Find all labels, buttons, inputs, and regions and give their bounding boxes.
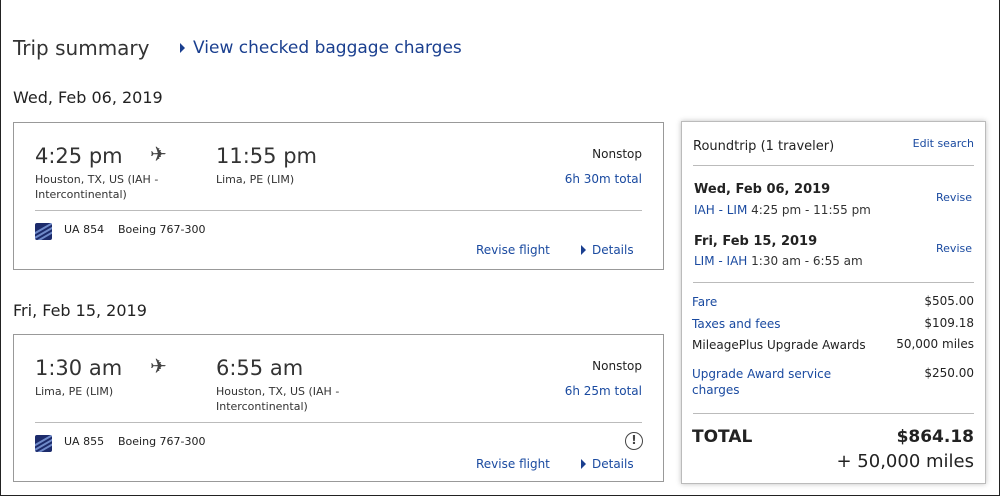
return-aircraft: Boeing 767-300 xyxy=(118,435,206,448)
details-label: Details xyxy=(592,457,634,471)
total-value: $864.18 xyxy=(896,427,974,447)
summary-leg-codes: IAH - LIM xyxy=(694,203,748,217)
outbound-flight-card: 4:25 pm ✈ 11:55 pm Houston, TX, US (IAH … xyxy=(13,122,664,270)
taxes-value: $109.18 xyxy=(924,316,974,330)
fare-value: $505.00 xyxy=(924,294,974,308)
total-miles: + 50,000 miles xyxy=(836,451,975,472)
service-charges-value: $250.00 xyxy=(924,366,974,380)
summary-leg-route: IAH - LIM 4:25 pm - 11:55 pm xyxy=(694,203,871,217)
summary-divider xyxy=(693,165,974,166)
return-depart-place: Lima, PE (LIM) xyxy=(35,385,114,398)
return-revise-flight-link[interactable]: Revise flight xyxy=(476,457,550,471)
triangle-right-icon xyxy=(581,459,586,469)
summary-title: Roundtrip (1 traveler) xyxy=(693,139,835,154)
price-summary-panel: Roundtrip (1 traveler) Edit search Wed, … xyxy=(681,121,986,484)
outbound-date-heading: Wed, Feb 06, 2019 xyxy=(13,88,163,107)
baggage-charges-label: View checked baggage charges xyxy=(193,38,462,58)
taxes-label[interactable]: Taxes and fees xyxy=(692,316,781,332)
info-circle-icon[interactable]: ! xyxy=(625,432,643,450)
outbound-depart-time: 4:25 pm xyxy=(35,144,123,168)
total-label: TOTAL xyxy=(692,427,753,447)
card-divider xyxy=(35,210,642,211)
summary-leg-times: 1:30 am - 6:55 am xyxy=(751,254,863,268)
outbound-revise-flight-link[interactable]: Revise flight xyxy=(476,243,550,257)
return-date-heading: Fri, Feb 15, 2019 xyxy=(13,301,147,320)
return-details-link[interactable]: Details xyxy=(581,457,634,471)
fare-label[interactable]: Fare xyxy=(692,294,717,310)
triangle-right-icon xyxy=(581,245,586,255)
summary-leg-codes: LIM - IAH xyxy=(694,254,748,268)
united-globe-logo xyxy=(35,223,52,240)
outbound-stops: Nonstop xyxy=(592,147,642,161)
awards-label: MileagePlus Upgrade Awards xyxy=(692,338,866,352)
summary-revise-link[interactable]: Revise xyxy=(936,242,972,255)
summary-leg-date: Wed, Feb 06, 2019 xyxy=(694,182,831,197)
outbound-arrive-time: 11:55 pm xyxy=(216,144,317,168)
summary-leg-date: Fri, Feb 15, 2019 xyxy=(694,234,818,249)
edit-search-link[interactable]: Edit search xyxy=(913,137,974,150)
outbound-arrive-place: Lima, PE (LIM) xyxy=(216,173,295,186)
airplane-icon: ✈ xyxy=(150,142,167,166)
airplane-icon: ✈ xyxy=(150,354,167,378)
outbound-flight-number: UA 854 xyxy=(64,223,105,236)
summary-divider xyxy=(693,282,974,283)
return-duration: 6h 25m total xyxy=(564,384,642,398)
return-arrive-place: Houston, TX, US (IAH - Intercontinental) xyxy=(216,385,340,413)
return-arrive-time: 6:55 am xyxy=(216,356,304,380)
outbound-details-link[interactable]: Details xyxy=(581,243,634,257)
outbound-duration: 6h 30m total xyxy=(564,172,642,186)
return-flight-number: UA 855 xyxy=(64,435,105,448)
return-stops: Nonstop xyxy=(592,359,642,373)
card-divider xyxy=(35,422,642,423)
return-depart-time: 1:30 am xyxy=(35,356,123,380)
summary-revise-link[interactable]: Revise xyxy=(936,191,972,204)
page-title: Trip summary xyxy=(13,36,150,60)
details-label: Details xyxy=(592,243,634,257)
baggage-charges-link[interactable]: View checked baggage charges xyxy=(180,38,462,58)
summary-divider xyxy=(693,413,974,414)
service-charges-label[interactable]: Upgrade Award service charges xyxy=(692,366,857,398)
summary-leg-route: LIM - IAH 1:30 am - 6:55 am xyxy=(694,254,863,268)
summary-leg-times: 4:25 pm - 11:55 pm xyxy=(751,203,871,217)
outbound-aircraft: Boeing 767-300 xyxy=(118,223,206,236)
outbound-depart-place: Houston, TX, US (IAH - Intercontinental) xyxy=(35,173,159,201)
united-globe-logo xyxy=(35,435,52,452)
return-flight-card: 1:30 am ✈ 6:55 am Lima, PE (LIM) Houston… xyxy=(13,334,664,482)
awards-value: 50,000 miles xyxy=(896,337,974,351)
triangle-right-icon xyxy=(180,43,185,53)
